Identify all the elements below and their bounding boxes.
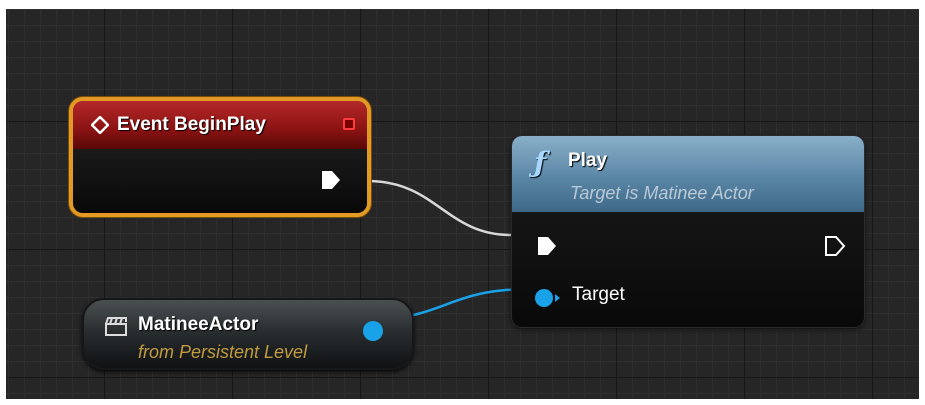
event-node-body bbox=[73, 149, 367, 213]
event-beginplay-node[interactable]: Event BeginPlay bbox=[69, 97, 371, 217]
clapperboard-icon bbox=[104, 315, 128, 342]
exec-input-pin[interactable] bbox=[536, 235, 558, 262]
exec-output-pin[interactable] bbox=[320, 169, 342, 196]
actor-node-title: MatineeActor bbox=[138, 314, 259, 335]
matinee-actor-node[interactable]: MatineeActor from Persistent Level bbox=[82, 298, 414, 370]
target-input-pin[interactable] bbox=[534, 287, 562, 314]
play-function-node[interactable]: ƒ Play Target is Matinee Actor Target bbox=[512, 136, 864, 327]
play-node-subtitle: Target is Matinee Actor bbox=[570, 183, 754, 203]
exec-output-pin-unconnected[interactable] bbox=[824, 235, 846, 262]
function-icon: ƒ bbox=[534, 146, 547, 179]
exec-wire[interactable] bbox=[367, 179, 512, 237]
event-diamond-icon bbox=[91, 116, 109, 134]
event-node-title: Event BeginPlay bbox=[117, 114, 266, 135]
play-node-header[interactable]: ƒ Play Target is Matinee Actor bbox=[512, 136, 864, 212]
play-node-body: Target bbox=[512, 212, 864, 327]
target-pin-label: Target bbox=[572, 284, 625, 305]
blueprint-graph-canvas[interactable]: Event BeginPlay ƒ Play Target is Matinee… bbox=[6, 9, 919, 399]
event-node-header[interactable]: Event BeginPlay bbox=[73, 101, 367, 149]
play-node-title: Play bbox=[568, 150, 608, 171]
actor-node-subtitle: from Persistent Level bbox=[138, 342, 308, 362]
delegate-output-pin[interactable] bbox=[343, 118, 355, 130]
actor-output-pin[interactable] bbox=[362, 320, 384, 347]
